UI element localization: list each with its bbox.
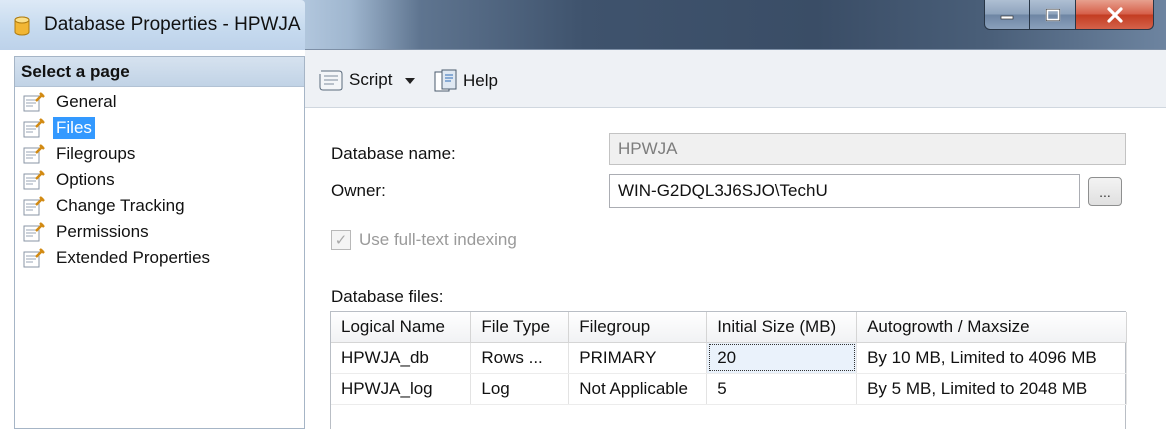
page-item-label: Permissions	[56, 222, 149, 241]
help-label: Help	[463, 71, 498, 90]
page-wrench-icon	[23, 222, 45, 242]
column-header[interactable]: Autogrowth / Maxsize	[856, 312, 1127, 343]
logical-name-cell[interactable]: HPWJA_db	[331, 342, 472, 374]
column-header[interactable]: Logical Name	[331, 312, 472, 343]
check-icon: ✓	[334, 232, 348, 249]
page-wrench-icon	[23, 170, 45, 190]
database-files-label: Database files:	[331, 287, 444, 306]
page-wrench-icon	[23, 92, 45, 112]
page-wrench-icon	[23, 118, 45, 138]
fulltext-indexing-label: Use full-text indexing	[359, 230, 517, 249]
page-item-change-tracking[interactable]: Change Tracking	[15, 193, 304, 219]
page-item-files[interactable]: Files	[15, 115, 304, 141]
script-icon	[319, 70, 343, 91]
owner-browse-button[interactable]: ...	[1088, 177, 1122, 206]
title-bar-left: Database Properties - HPWJA	[0, 0, 305, 50]
autogrowth-cell[interactable]: By 10 MB, Limited to 4096 MB	[856, 342, 1127, 374]
column-header[interactable]: File Type	[470, 312, 570, 343]
database-name-label: Database name:	[331, 144, 456, 163]
page-item-permissions[interactable]: Permissions	[15, 219, 304, 245]
page-item-label: Extended Properties	[56, 248, 211, 267]
close-button[interactable]	[1076, 0, 1154, 30]
owner-field[interactable]	[609, 174, 1080, 208]
page-item-label: Change Tracking	[56, 196, 185, 215]
page-item-label: General	[56, 92, 117, 111]
page-item-label: Options	[56, 170, 115, 189]
minimize-icon	[1000, 15, 1014, 19]
page-list: General Files Filegroups Options Change …	[15, 87, 304, 271]
help-button[interactable]: Help	[433, 68, 498, 94]
table-row[interactable]: HPWJA_log Log Not Applicable 5 By 5 MB, …	[331, 373, 1127, 405]
title-bar[interactable]: Database Properties - HPWJA	[0, 0, 1166, 50]
select-page-pane: Select a page General Files Filegroups O…	[14, 56, 305, 429]
filegroup-cell[interactable]: PRIMARY	[568, 342, 708, 374]
minimize-button[interactable]	[984, 0, 1030, 30]
script-dropdown-arrow-icon[interactable]	[405, 78, 415, 84]
page-item-filegroups[interactable]: Filegroups	[15, 141, 304, 167]
database-icon	[14, 16, 30, 36]
select-page-heading: Select a page	[15, 57, 304, 87]
page-item-extended-properties[interactable]: Extended Properties	[15, 245, 304, 271]
files-page: Script Help Database name: HPWJA Owner: …	[305, 50, 1166, 429]
page-item-label: Files	[53, 117, 95, 139]
help-icon	[434, 69, 457, 92]
window-title: Database Properties - HPWJA	[44, 14, 301, 35]
filegroup-cell[interactable]: Not Applicable	[568, 373, 708, 405]
maximize-button[interactable]	[1030, 0, 1076, 30]
window-controls	[984, 0, 1154, 30]
grid-header-row: Logical Name File Type Filegroup Initial…	[331, 312, 1127, 343]
page-wrench-icon	[23, 144, 45, 164]
page-item-label: Filegroups	[56, 144, 136, 163]
logical-name-cell[interactable]: HPWJA_log	[331, 373, 472, 405]
column-header[interactable]: Initial Size (MB)	[706, 312, 858, 343]
initial-size-cell[interactable]: 5	[706, 373, 858, 405]
script-label: Script	[349, 70, 393, 89]
initial-size-cell[interactable]: 20	[706, 342, 858, 374]
toolbar: Script Help	[305, 50, 1166, 108]
database-name-field: HPWJA	[609, 133, 1126, 165]
page-wrench-icon	[23, 248, 45, 268]
fulltext-indexing-option: ✓ Use full-text indexing	[331, 230, 517, 250]
fulltext-indexing-checkbox: ✓	[331, 230, 351, 250]
close-icon	[1106, 6, 1123, 23]
script-button[interactable]: Script	[317, 68, 392, 92]
page-wrench-icon	[23, 196, 45, 216]
table-row[interactable]: HPWJA_db Rows ... PRIMARY 20 By 10 MB, L…	[331, 342, 1127, 374]
owner-label: Owner:	[331, 181, 386, 200]
autogrowth-cell[interactable]: By 5 MB, Limited to 2048 MB	[856, 373, 1127, 405]
database-files-grid[interactable]: Logical Name File Type Filegroup Initial…	[330, 311, 1127, 429]
maximize-icon	[1045, 8, 1060, 21]
file-type-cell[interactable]: Log	[470, 373, 570, 405]
file-type-cell[interactable]: Rows ...	[470, 342, 570, 374]
page-item-general[interactable]: General	[15, 89, 304, 115]
column-header[interactable]: Filegroup	[568, 312, 708, 343]
page-item-options[interactable]: Options	[15, 167, 304, 193]
